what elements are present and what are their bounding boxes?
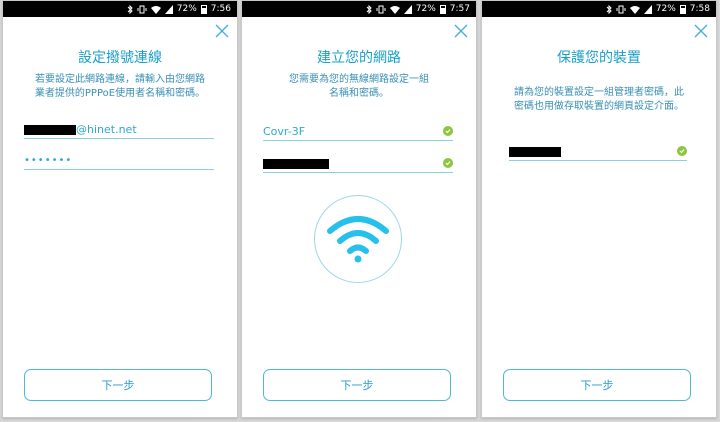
battery-percent: 72% <box>415 4 436 14</box>
vibrate-icon <box>376 5 386 14</box>
description-line-2: 名稱和密碼。 <box>329 88 389 99</box>
clock: 7:58 <box>689 4 710 14</box>
vibrate-icon <box>616 5 626 14</box>
redacted-username <box>24 124 76 135</box>
check-icon <box>443 126 453 136</box>
username-field[interactable]: @hinet.net <box>24 121 214 139</box>
close-icon[interactable] <box>694 23 708 38</box>
close-icon[interactable] <box>454 23 468 38</box>
screenshot-collage: 72% 7:56 設定撥號連線 若要設定此網路連線，請輸入由您網路 業者提供的P… <box>0 0 720 422</box>
wifi-icon <box>327 216 389 263</box>
battery-percent: 72% <box>176 4 197 14</box>
page-description: 若要設定此網路連線，請輸入由您網路 業者提供的PPPoE使用者名稱和密碼。 <box>13 73 227 101</box>
cell-signal-icon <box>403 4 412 14</box>
phone-screen-dialup: 72% 7:56 設定撥號連線 若要設定此網路連線，請輸入由您網路 業者提供的P… <box>2 0 238 418</box>
bluetooth-icon <box>606 4 612 14</box>
cell-signal-icon <box>643 4 652 14</box>
next-button[interactable]: 下一步 <box>263 369 451 401</box>
battery-icon <box>679 4 686 14</box>
status-bar: 72% 7:58 <box>482 1 716 17</box>
battery-icon <box>439 4 446 14</box>
network-name-field[interactable]: Covr-3F <box>263 123 453 141</box>
description-line-1: 請為您的裝置設定一組管理者密碼，此 <box>514 87 684 98</box>
clock: 7:56 <box>210 4 231 14</box>
cell-signal-icon <box>164 4 173 14</box>
phone-screen-protect-device: 72% 7:58 保護您的裝置 請為您的裝置設定一組管理者密碼，此 密碼也用做存… <box>481 0 717 418</box>
page-title: 設定撥號連線 <box>78 50 162 66</box>
vibrate-icon <box>137 5 147 14</box>
bluetooth-icon <box>127 4 133 14</box>
page-title: 建立您的網路 <box>317 50 401 66</box>
status-bar: 72% 7:57 <box>242 1 476 17</box>
username-suffix: @hinet.net <box>76 123 137 136</box>
network-name-value: Covr-3F <box>263 125 306 138</box>
wifi-badge <box>314 195 402 283</box>
next-button[interactable]: 下一步 <box>503 369 691 401</box>
page-title: 保護您的裝置 <box>557 50 641 66</box>
wifi-signal-icon <box>389 5 400 14</box>
description-line-2: 業者提供的PPPoE使用者名稱和密碼。 <box>34 88 206 99</box>
battery-percent: 72% <box>655 4 676 14</box>
check-icon <box>677 146 687 156</box>
wifi-signal-icon <box>150 5 161 14</box>
next-button[interactable]: 下一步 <box>24 369 212 401</box>
battery-icon <box>200 4 207 14</box>
admin-password-field[interactable] <box>509 143 687 161</box>
description-line-2: 密碼也用做存取裝置的網頁設定介面。 <box>514 101 684 112</box>
redacted-password <box>263 158 329 169</box>
page-description: 您需要為您的無線網路設定一組 名稱和密碼。 <box>252 73 466 101</box>
close-icon[interactable] <box>215 23 229 38</box>
clock: 7:57 <box>449 4 470 14</box>
check-icon <box>443 158 453 168</box>
page-description: 請為您的裝置設定一組管理者密碼，此 密碼也用做存取裝置的網頁設定介面。 <box>490 86 708 114</box>
status-bar: 72% 7:56 <box>3 1 237 17</box>
password-field[interactable]: ••••••• <box>24 152 214 170</box>
phone-screen-create-network: 72% 7:57 建立您的網路 您需要為您的無線網路設定一組 名稱和密碼。 Co… <box>241 0 477 418</box>
description-line-1: 您需要為您的無線網路設定一組 <box>289 74 429 85</box>
password-mask: ••••••• <box>24 155 73 166</box>
description-line-1: 若要設定此網路連線，請輸入由您網路 <box>35 74 205 85</box>
bluetooth-icon <box>366 4 372 14</box>
redacted-password <box>509 146 561 157</box>
wifi-signal-icon <box>629 5 640 14</box>
network-password-field[interactable] <box>263 155 453 173</box>
